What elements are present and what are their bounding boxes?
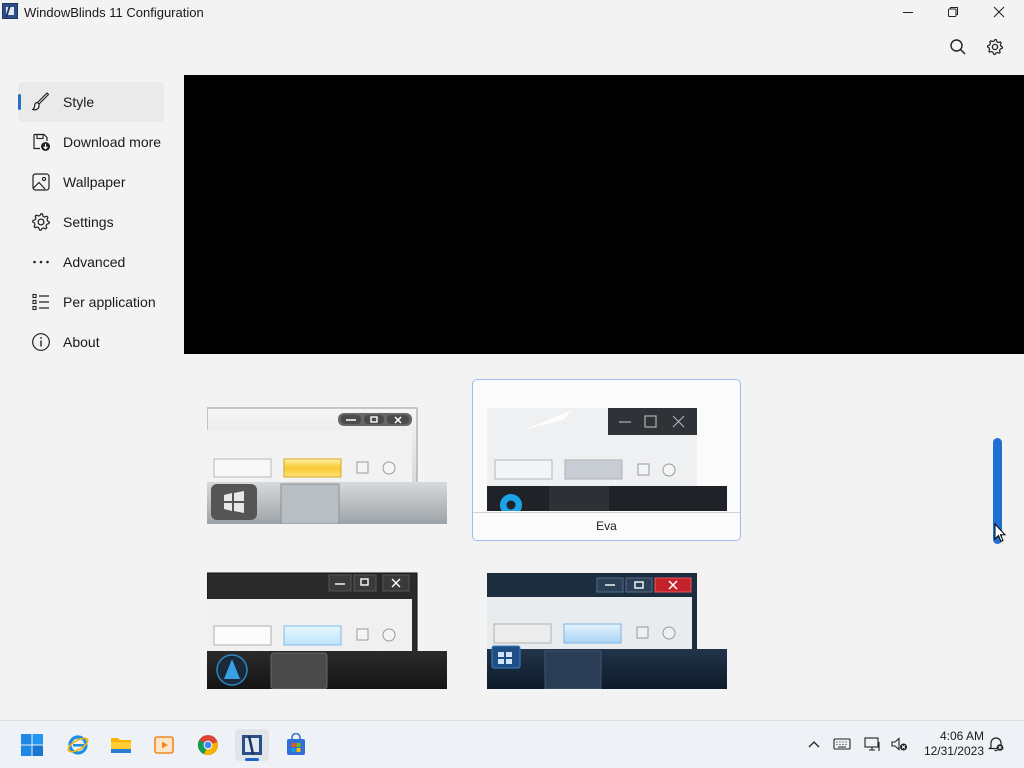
chrome-icon xyxy=(197,735,218,756)
skin-preview xyxy=(184,75,1024,354)
volume-muted-icon xyxy=(891,737,907,751)
sidebar-item-advanced[interactable]: Advanced xyxy=(18,242,164,282)
sidebar-item-per-application[interactable]: Per application xyxy=(18,282,164,322)
taskbar-app-chrome[interactable] xyxy=(191,729,225,761)
sidebar-item-download-more[interactable]: Download more s xyxy=(18,122,164,162)
close-icon xyxy=(993,6,1005,18)
more-icon xyxy=(30,251,52,273)
title-bar: WindowBlinds 11 Configuration xyxy=(0,0,1024,24)
store-icon xyxy=(287,733,305,755)
media-player-icon xyxy=(154,736,174,754)
taskbar-app-file-explorer[interactable] xyxy=(104,729,138,761)
start-icon xyxy=(21,734,43,756)
sidebar-item-about[interactable]: About xyxy=(18,322,164,362)
sidebar-item-style[interactable]: Style xyxy=(18,82,164,122)
display-icon xyxy=(864,737,880,751)
skin-thumbnail-1[interactable] xyxy=(207,398,447,524)
internet-explorer-icon xyxy=(67,735,89,755)
sidebar-item-settings[interactable]: Settings xyxy=(18,202,164,242)
notification-button[interactable] xyxy=(987,736,1005,752)
minimize-icon xyxy=(903,12,913,13)
search-button[interactable] xyxy=(948,37,968,57)
keyboard-icon xyxy=(833,738,851,750)
close-button[interactable] xyxy=(976,0,1022,24)
search-icon xyxy=(950,39,966,55)
chevron-up-icon xyxy=(808,741,820,748)
mouse-cursor-icon xyxy=(994,523,1006,543)
clock-time: 4:06 AM xyxy=(939,729,984,743)
notification-icon xyxy=(988,737,1004,752)
settings-button[interactable] xyxy=(985,37,1005,57)
taskbar-app-store[interactable] xyxy=(279,729,313,761)
start-button[interactable] xyxy=(15,729,49,761)
skin-thumbnail-4[interactable] xyxy=(487,573,727,689)
sidebar-item-label: Per application xyxy=(63,294,156,310)
keyboard-button[interactable] xyxy=(833,736,851,752)
skin-thumbnail-3[interactable] xyxy=(207,569,447,689)
volume-button[interactable] xyxy=(890,736,908,752)
sidebar-item-label: Wallpaper xyxy=(63,174,126,190)
tray-overflow-button[interactable] xyxy=(805,736,823,752)
windowblinds-app-icon xyxy=(2,3,18,19)
sidebar: Style Download more s Wallpaper Settings… xyxy=(18,82,168,362)
skin-thumbnail-eva[interactable]: Eva xyxy=(472,379,741,541)
window-title: WindowBlinds 11 Configuration xyxy=(24,5,204,20)
skin-4-preview-image xyxy=(487,573,727,689)
skin-1-preview-image xyxy=(207,407,447,524)
taskbar-app-internet-explorer[interactable] xyxy=(61,729,95,761)
skin-name-label: Eva xyxy=(473,512,740,540)
gear-icon xyxy=(30,211,52,233)
clock-date: 12/31/2023 xyxy=(923,744,984,758)
sidebar-item-label: Style xyxy=(63,94,95,110)
system-clock[interactable]: 4:06 AM 12/31/2023 xyxy=(918,729,984,759)
image-icon xyxy=(30,171,52,193)
sidebar-item-label: Advanced xyxy=(63,254,126,270)
skin-3-preview-image xyxy=(207,572,447,689)
taskbar-app-media-player[interactable] xyxy=(147,729,181,761)
taskbar-app-windowblinds[interactable] xyxy=(235,729,269,761)
sidebar-item-wallpaper[interactable]: Wallpaper xyxy=(18,162,164,202)
skin-eva-preview-image xyxy=(487,408,727,511)
minimize-button[interactable] xyxy=(885,0,931,24)
restore-button[interactable] xyxy=(930,0,976,24)
sidebar-item-label: Settings xyxy=(63,214,114,230)
list-icon xyxy=(30,291,52,313)
network-display-button[interactable] xyxy=(864,736,882,752)
sidebar-item-label: Download more s xyxy=(63,134,164,150)
file-explorer-icon xyxy=(111,738,131,753)
info-icon xyxy=(30,331,52,353)
windowblinds-icon xyxy=(242,735,262,755)
restore-icon xyxy=(948,7,958,17)
gear-icon xyxy=(986,38,1004,56)
sidebar-item-label: About xyxy=(63,334,100,350)
download-icon xyxy=(30,131,52,153)
brush-icon xyxy=(30,91,52,113)
